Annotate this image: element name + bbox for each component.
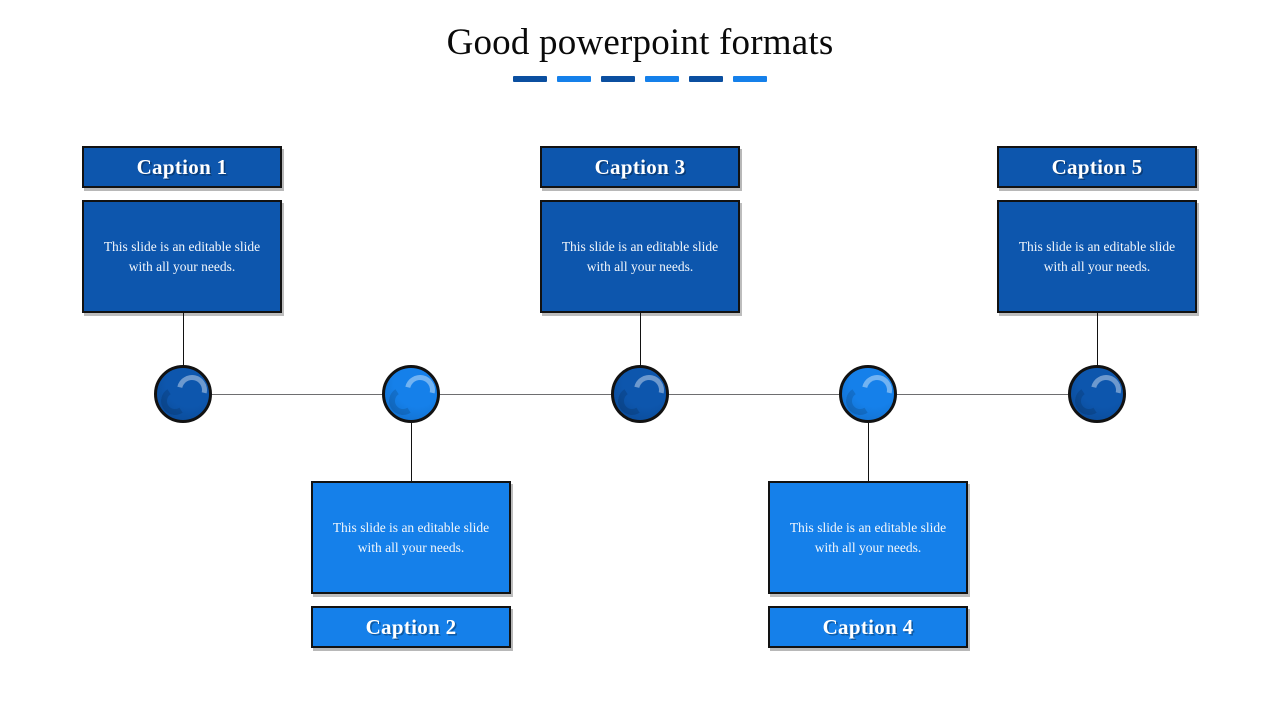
caption-body-text-1: This slide is an editable slide with all… [103,239,261,274]
underline-dash-1 [513,76,547,82]
page-title: Good powerpoint formats [446,22,834,63]
timeline-node-5[interactable] [1068,365,1127,423]
caption-body-2[interactable]: This slide is an editable slide with all… [311,481,511,594]
timeline-node-4[interactable] [839,365,898,423]
caption-header-4[interactable]: Caption 4 [768,606,968,648]
caption-body-text-5: This slide is an editable slide with all… [1018,239,1176,274]
caption-body-text-2: This slide is an editable slide with all… [332,520,490,555]
connector-stem-3 [640,313,641,366]
caption-body-1[interactable]: This slide is an editable slide with all… [82,200,282,313]
caption-header-label-1: Caption 1 [136,154,228,179]
caption-body-5[interactable]: This slide is an editable slide with all… [997,200,1197,313]
underline-dash-5 [689,76,723,82]
caption-body-3[interactable]: This slide is an editable slide with all… [540,200,740,313]
caption-body-text-4: This slide is an editable slide with all… [789,520,947,555]
underline-dash-2 [557,76,591,82]
title-underline-decoration [513,76,767,82]
underline-dash-4 [645,76,679,82]
timeline-node-1[interactable] [154,365,213,423]
caption-header-2[interactable]: Caption 2 [311,606,511,648]
caption-header-1[interactable]: Caption 1 [82,146,282,188]
underline-dash-6 [733,76,767,82]
caption-header-5[interactable]: Caption 5 [997,146,1197,188]
connector-stem-4 [868,423,869,481]
slide-canvas: Good powerpoint formats Caption 1 This s… [0,0,1280,720]
connector-stem-5 [1097,313,1098,366]
caption-header-3[interactable]: Caption 3 [540,146,740,188]
connector-stem-2 [411,423,412,481]
underline-dash-3 [601,76,635,82]
caption-header-label-3: Caption 3 [594,154,686,179]
timeline-node-3[interactable] [611,365,670,423]
connector-stem-1 [183,313,184,366]
timeline-node-2[interactable] [382,365,441,423]
caption-header-label-4: Caption 4 [822,614,914,639]
caption-body-text-3: This slide is an editable slide with all… [561,239,719,274]
caption-header-label-2: Caption 2 [365,614,457,639]
caption-header-label-5: Caption 5 [1051,154,1143,179]
caption-body-4[interactable]: This slide is an editable slide with all… [768,481,968,594]
